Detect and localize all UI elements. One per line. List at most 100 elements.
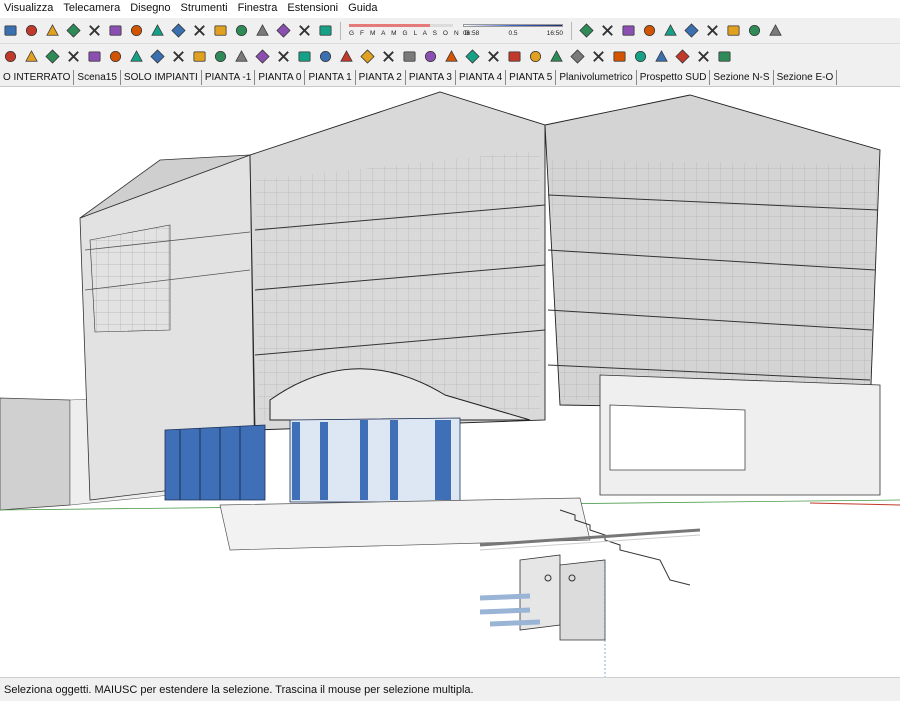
orbit-icon[interactable] xyxy=(695,48,712,65)
pencil-icon[interactable] xyxy=(23,48,40,65)
shaded-textures-icon[interactable] xyxy=(275,22,292,39)
model-viewport[interactable] xyxy=(0,87,900,677)
menu-bar: Visualizza Telecamera Disegno Strumenti Fine… xyxy=(0,0,900,17)
scene-tab[interactable]: Sezione N-S xyxy=(710,70,774,85)
gradient-cube-icon[interactable] xyxy=(767,22,784,39)
menu-guida[interactable]: Guida xyxy=(343,0,382,17)
print-icon[interactable] xyxy=(128,22,145,39)
right-overhang-window xyxy=(609,404,746,471)
layer-7-icon[interactable] xyxy=(380,48,397,65)
scene-tab[interactable]: Scena15 xyxy=(74,70,121,85)
menu-disegno[interactable]: Disegno xyxy=(125,0,175,17)
layer-8-icon[interactable] xyxy=(401,48,418,65)
erase-icon[interactable] xyxy=(65,22,82,39)
styles-icon[interactable] xyxy=(599,22,616,39)
scene-tab[interactable]: PIANTA 1 xyxy=(305,70,356,85)
tape-measure-icon[interactable] xyxy=(485,48,502,65)
rectangle-icon[interactable] xyxy=(65,48,82,65)
technical-box-2 xyxy=(559,559,606,641)
redo-icon[interactable] xyxy=(107,22,124,39)
building-model-drawing[interactable] xyxy=(0,87,900,677)
protractor-icon[interactable] xyxy=(725,22,742,39)
layer-0-icon[interactable] xyxy=(233,48,250,65)
layer-4-icon[interactable] xyxy=(317,48,334,65)
left-annex-block xyxy=(0,397,71,511)
menu-visualizza[interactable]: Visualizza xyxy=(0,0,58,17)
move-icon[interactable] xyxy=(590,48,607,65)
arc-icon[interactable] xyxy=(149,48,166,65)
scene-tab[interactable]: PIANTA -1 xyxy=(202,70,256,85)
layer-3-icon[interactable] xyxy=(296,48,313,65)
back-edges-icon[interactable] xyxy=(191,22,208,39)
shadow-month-slider[interactable]: G F M A M G L A S O N D xyxy=(347,22,469,40)
layer-5-icon[interactable] xyxy=(338,48,355,65)
guide-icon[interactable] xyxy=(704,22,721,39)
scene-tab[interactable]: PIANTA 5 xyxy=(506,70,557,85)
wireframe-icon[interactable] xyxy=(212,22,229,39)
axes-icon[interactable] xyxy=(548,48,565,65)
eraser-icon[interactable] xyxy=(2,48,19,65)
menu-strumenti[interactable]: Strumenti xyxy=(176,0,233,17)
circle-icon[interactable] xyxy=(107,48,124,65)
shadows-toggle-icon[interactable] xyxy=(317,22,334,39)
undo-icon[interactable] xyxy=(86,22,103,39)
scene-tab[interactable]: Sezione E-O xyxy=(774,70,838,85)
axis-icon[interactable] xyxy=(641,22,658,39)
left-wing-windows xyxy=(89,224,171,333)
xray-icon[interactable] xyxy=(170,22,187,39)
paint-bucket-icon[interactable] xyxy=(464,48,481,65)
hidden-line-icon[interactable] xyxy=(233,22,250,39)
scene-tab[interactable]: PIANTA 0 xyxy=(255,70,306,85)
pie-icon[interactable] xyxy=(191,48,208,65)
shadow-time-slider[interactable]: 06:58 0.5 16:50 xyxy=(461,22,565,40)
pan-icon[interactable] xyxy=(716,48,733,65)
menu-finestra[interactable]: Finestra xyxy=(233,0,283,17)
freehand-icon[interactable] xyxy=(44,48,61,65)
offset-icon[interactable] xyxy=(653,48,670,65)
toolbar-separator xyxy=(340,21,341,40)
copy-icon[interactable] xyxy=(23,22,40,39)
two-point-arc-icon[interactable] xyxy=(170,48,187,65)
model-info-icon[interactable] xyxy=(149,22,166,39)
text-icon[interactable] xyxy=(527,48,544,65)
scene-tab[interactable]: Planivolumetrico xyxy=(556,70,637,85)
scene-tabs: O INTERRATO Scena15 SOLO IMPIANTI PIANTA -1… xyxy=(0,69,900,87)
layer-2-icon[interactable] xyxy=(275,48,292,65)
arrow-icon[interactable] xyxy=(746,22,763,39)
rotate-icon[interactable] xyxy=(611,48,628,65)
layer-6-icon[interactable] xyxy=(359,48,376,65)
monochrome-icon[interactable] xyxy=(296,22,313,39)
toolbar-views: G F M A M G L A S O N D 06:58 0.5 16:50 xyxy=(0,18,900,44)
menu-estensioni[interactable]: Estensioni xyxy=(282,0,343,17)
scene-tab[interactable]: PIANTA 3 xyxy=(406,70,456,85)
month-fill xyxy=(349,23,431,27)
paste-icon[interactable] xyxy=(44,22,61,39)
scene-tab[interactable]: SOLO IMPIANTI xyxy=(121,70,202,85)
status-bar: Seleziona oggetti. MAIUSC per estendere … xyxy=(0,677,900,701)
time-end-label: 16:50 xyxy=(546,29,563,37)
shaded-icon[interactable] xyxy=(254,22,271,39)
push-pull-icon[interactable] xyxy=(212,48,229,65)
month-track[interactable] xyxy=(349,23,453,27)
section-icon[interactable] xyxy=(620,22,637,39)
flag-icon[interactable] xyxy=(683,22,700,39)
fog-icon[interactable] xyxy=(578,22,595,39)
scene-tab[interactable]: PIANTA 2 xyxy=(356,70,406,85)
follow-me-icon[interactable] xyxy=(506,48,523,65)
cut-icon[interactable] xyxy=(2,22,19,39)
status-hint: Seleziona oggetti. MAIUSC per estendere … xyxy=(4,683,474,696)
scene-tab[interactable]: O INTERRATO xyxy=(0,70,75,85)
dimension-icon[interactable] xyxy=(662,22,679,39)
layer-1-icon[interactable] xyxy=(254,48,271,65)
polygon-icon[interactable] xyxy=(128,48,145,65)
menu-telecamera[interactable]: Telecamera xyxy=(58,0,125,17)
layer-10-icon[interactable] xyxy=(443,48,460,65)
rotated-rectangle-icon[interactable] xyxy=(86,48,103,65)
time-track[interactable] xyxy=(463,23,563,27)
tag-icon[interactable] xyxy=(674,48,691,65)
scene-tab[interactable]: PIANTA 4 xyxy=(456,70,507,85)
walk-icon[interactable] xyxy=(569,48,586,65)
layer-9-icon[interactable] xyxy=(422,48,439,65)
scale-icon[interactable] xyxy=(632,48,649,65)
scene-tab[interactable]: Prospetto SUD xyxy=(637,70,711,85)
